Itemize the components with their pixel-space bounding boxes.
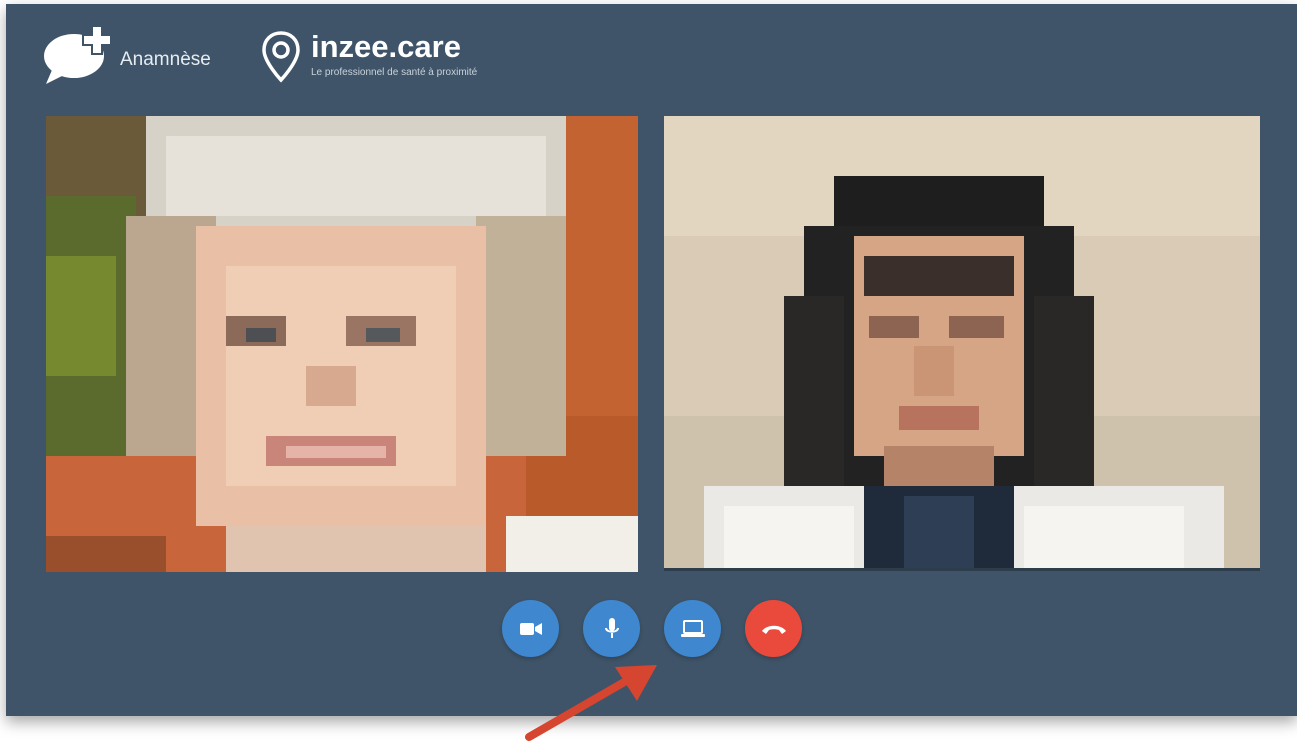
microphone-icon xyxy=(604,617,619,638)
anamnese-brand[interactable]: Anamnèse xyxy=(44,25,211,88)
laptop-icon xyxy=(680,619,705,637)
app-label: Anamnèse xyxy=(120,49,211,70)
annotation-arrow-icon xyxy=(525,665,657,741)
brand-name: inzee.care xyxy=(311,29,461,64)
elderly-woman-video xyxy=(46,116,638,572)
speech-bubble-plus-icon xyxy=(44,25,114,88)
phone-hangup-icon xyxy=(761,625,786,634)
call-controls xyxy=(502,600,802,657)
remote-video-feed xyxy=(46,116,638,572)
microphone-toggle-button[interactable] xyxy=(583,600,640,657)
screen-share-button[interactable] xyxy=(664,600,721,657)
local-video-feed xyxy=(664,116,1260,568)
woman-doctor-video xyxy=(664,116,1260,568)
hang-up-button[interactable] xyxy=(745,600,802,657)
video-call-window: Anamnèse inzee.care Le professionnel de … xyxy=(6,4,1297,716)
location-pin-icon xyxy=(261,30,301,84)
video-camera-icon xyxy=(519,622,542,635)
brand-tagline: Le professionnel de santé à proximité xyxy=(311,67,478,78)
inzee-brand[interactable]: inzee.care Le professionnel de santé à p… xyxy=(261,30,477,84)
camera-toggle-button[interactable] xyxy=(502,600,559,657)
